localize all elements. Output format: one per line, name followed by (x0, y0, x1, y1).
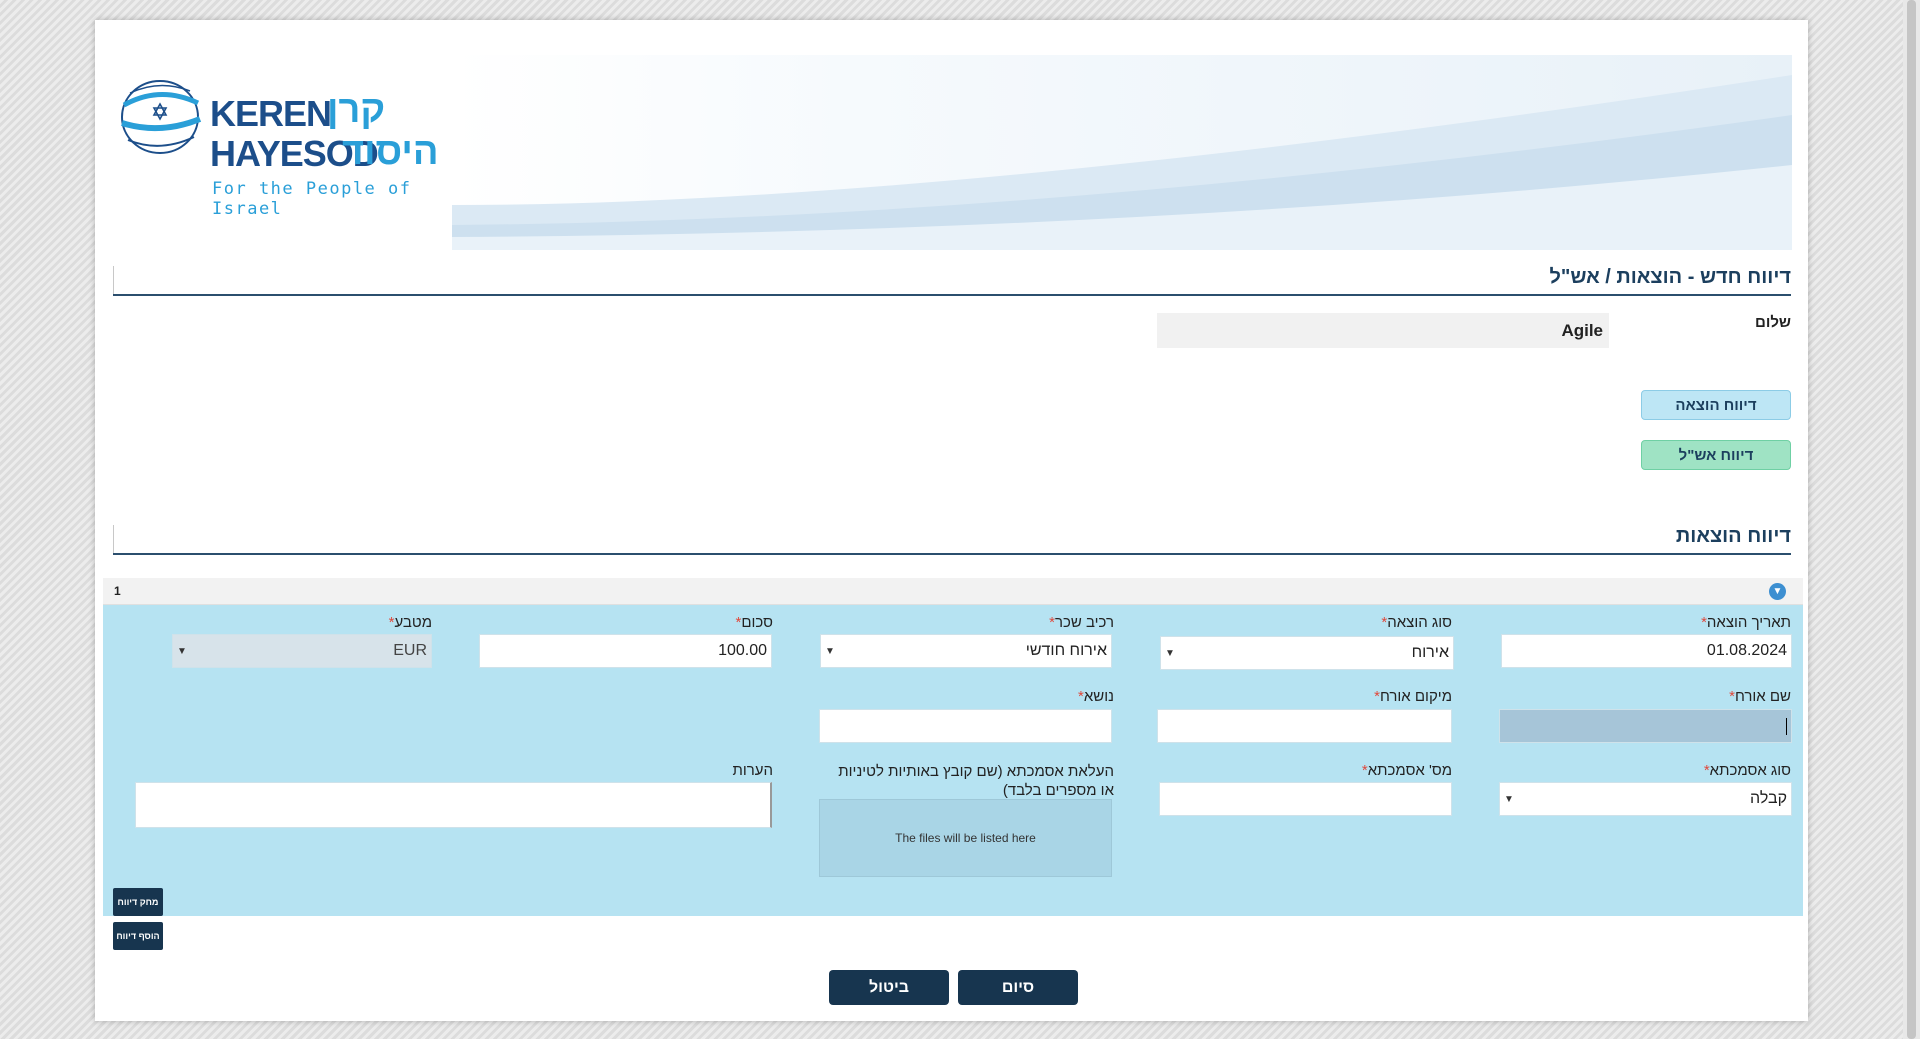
voucher-number-input[interactable] (1159, 782, 1452, 816)
chevron-down-icon: ▼ (825, 645, 835, 657)
upload-label: העלאת אסמכתא (שם קובץ באותיות לטיניות או… (838, 763, 1114, 799)
title-divider (113, 294, 1791, 296)
finish-button[interactable]: סיום (958, 970, 1078, 1005)
chevron-down-icon: ▼ (177, 645, 187, 657)
voucher-type-label: סוג אסמכתא* (1703, 762, 1791, 779)
subject-label: נושא* (1078, 688, 1114, 705)
expense-type-select[interactable]: אירוח ▼ (1160, 636, 1454, 670)
wage-component-select[interactable]: אירוח חודשי ▼ (820, 634, 1112, 668)
subject-input[interactable] (819, 709, 1112, 743)
expense-date-input[interactable]: 01.08.2024 (1501, 634, 1792, 668)
currency-label: מטבע* (388, 614, 432, 631)
guest-location-label: מיקום אורח* (1374, 688, 1452, 705)
wage-component-label: רכיב שכר* (1049, 614, 1114, 631)
logo-tagline: For the People of Israel (212, 179, 412, 219)
expense-row-header[interactable]: 1 ▼ (103, 578, 1803, 605)
cancel-button[interactable]: ביטול (829, 970, 949, 1005)
logo-text-keren: KEREN (210, 93, 332, 134)
chevron-down-circle-icon[interactable]: ▼ (1769, 583, 1786, 600)
page-scrollbar[interactable] (1903, 0, 1920, 1039)
title-divider-edge (113, 266, 114, 294)
currency-select[interactable]: EUR ▼ (172, 634, 432, 668)
delete-report-button[interactable]: מחק דיווח (113, 888, 163, 916)
expense-report-button[interactable]: דיווח הוצאה (1641, 390, 1791, 420)
header-banner (452, 55, 1792, 250)
banner-swoosh (452, 75, 1792, 250)
notes-textarea[interactable] (135, 782, 772, 828)
user-name-field: Agile (1157, 313, 1609, 348)
user-name: Agile (1561, 320, 1603, 340)
row-number: 1 (114, 584, 121, 598)
chevron-down-icon: ▼ (1504, 793, 1514, 805)
logo-text-hayesod-he: היסוד (342, 131, 439, 173)
guest-location-input[interactable] (1157, 709, 1452, 743)
page-title: דיווח חדש - הוצאות / אש"ל (1549, 266, 1791, 288)
expenses-divider-edge (113, 525, 114, 553)
amount-input[interactable]: 100.00 (479, 634, 772, 668)
expenses-divider (113, 553, 1791, 555)
add-report-button[interactable]: הוסף דיווח (113, 922, 163, 950)
text-cursor (1786, 718, 1787, 735)
guest-name-input[interactable] (1499, 709, 1792, 743)
keren-hayesod-logo: KEREN HAYESOD קרן היסוד For the People o… (120, 75, 439, 219)
voucher-type-select[interactable]: קבלה ▼ (1499, 782, 1792, 816)
voucher-number-label: מס' אסמכתא* (1361, 762, 1452, 779)
logo-text-keren-he: קרן (327, 89, 386, 131)
page-container: KEREN HAYESOD קרן היסוד For the People o… (95, 20, 1808, 1021)
file-dropzone[interactable]: The files will be listed here (819, 799, 1112, 877)
guest-name-label: שם אורח* (1729, 688, 1791, 705)
notes-label: הערות (732, 762, 773, 779)
scrollbar-thumb[interactable] (1907, 0, 1916, 1039)
expense-date-label: תאריך הוצאה* (1701, 614, 1791, 631)
dropzone-text: The files will be listed here (895, 831, 1036, 845)
expenses-section-title: דיווח הוצאות (1675, 525, 1791, 547)
per-diem-report-button[interactable]: דיווח אש"ל (1641, 440, 1791, 470)
chevron-down-icon: ▼ (1165, 647, 1175, 659)
amount-label: סכום* (735, 614, 773, 631)
expense-type-label: סוג הוצאה* (1381, 614, 1452, 631)
greeting-label: שלום (1755, 314, 1791, 331)
